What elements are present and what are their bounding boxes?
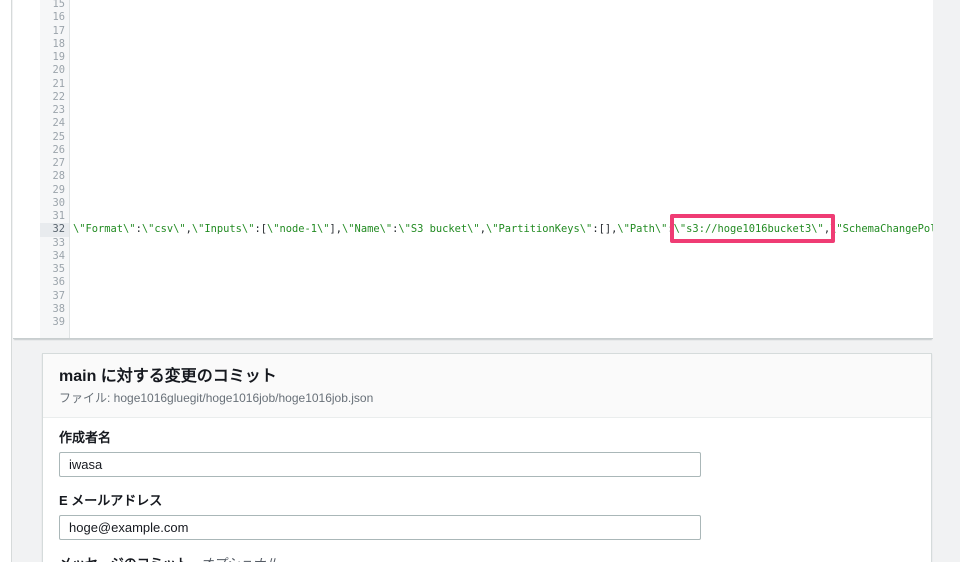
- commit-panel-header: main に対する変更のコミット ファイル: hoge1016gluegit/h…: [43, 354, 931, 418]
- email-label: E メールアドレス: [59, 493, 163, 508]
- optional-suffix: - オプショナル: [189, 556, 278, 562]
- code-line-empty[interactable]: [70, 197, 933, 210]
- code-editor[interactable]: 15 16 17 18 19 20 21 22 23 24 25 26 27 28 29 30 31 32 33 34…: [40, 0, 933, 338]
- code-token: \: [673, 223, 680, 236]
- code-token: \"Name\": [342, 223, 393, 236]
- line-number: 17: [52, 24, 65, 37]
- line-number: 22: [52, 90, 65, 103]
- commit-message-label-text: メッセージのコミット: [59, 556, 189, 562]
- code-line-empty[interactable]: [70, 210, 933, 223]
- line-number: 32: [40, 223, 69, 237]
- code-token: \"PartitionKeys\": [485, 223, 593, 236]
- line-number: 28: [52, 170, 65, 183]
- line-number: 36: [52, 276, 65, 289]
- code-line-empty[interactable]: [70, 316, 933, 329]
- code-token: ],: [329, 223, 343, 236]
- code-line-empty[interactable]: [70, 78, 933, 91]
- line-number: 26: [52, 143, 65, 156]
- code-token: \"csv\": [141, 223, 186, 236]
- commit-title: main に対する変更のコミット: [59, 368, 277, 385]
- code-token: :[],: [592, 223, 618, 236]
- code-line-empty[interactable]: [70, 237, 933, 250]
- code-line-empty[interactable]: [70, 104, 933, 117]
- code-token: \"node-1\": [266, 223, 330, 236]
- page-left-gutter: [0, 0, 12, 562]
- code-line-empty[interactable]: [70, 131, 933, 144]
- code-token: :[: [254, 223, 267, 236]
- annotation-box: "s3://hoge1016bucket3\": [679, 223, 824, 236]
- line-number-gutter: 15 16 17 18 19 20 21 22 23 24 25 26 27 28 29 30 31 32 33 34…: [40, 0, 70, 338]
- code-line-empty[interactable]: [70, 11, 933, 24]
- code-line-empty[interactable]: [70, 144, 933, 157]
- line-number: 18: [52, 37, 65, 50]
- code-line-empty[interactable]: [70, 250, 933, 263]
- code-line-empty[interactable]: [70, 0, 933, 11]
- line-number: 38: [52, 302, 65, 315]
- line-number: 24: [52, 117, 65, 130]
- code-line-empty[interactable]: [70, 290, 933, 303]
- author-name-input[interactable]: [59, 452, 701, 477]
- line-number: 20: [52, 64, 65, 77]
- code-line-empty[interactable]: [70, 276, 933, 289]
- file-editor-panel: 15 16 17 18 19 20 21 22 23 24 25 26 27 28 29 30 31 32 33 34…: [13, 0, 933, 339]
- commit-form: 作成者名 E メールアドレス メッセージのコミット - オプショナル: [43, 418, 931, 562]
- code-token: \"Inputs\": [191, 223, 255, 236]
- line-number: 29: [52, 183, 65, 196]
- line-number: 19: [52, 51, 65, 63]
- line-number: 37: [52, 289, 65, 302]
- code-line-empty[interactable]: [70, 38, 933, 51]
- code-line-empty[interactable]: [70, 303, 933, 316]
- line-number: 27: [52, 157, 65, 169]
- code-line-empty[interactable]: [70, 117, 933, 130]
- author-name-label: 作成者名: [59, 430, 112, 445]
- code-line[interactable]: \"Format\":\"csv\",\"Inputs\":[\"node-1\…: [70, 223, 933, 236]
- line-number: 31: [52, 210, 65, 222]
- line-number: 25: [52, 130, 65, 143]
- commit-message-label: メッセージのコミット - オプショナル: [59, 556, 915, 562]
- commit-panel: main に対する変更のコミット ファイル: hoge1016gluegit/h…: [42, 353, 932, 562]
- line-number: 30: [52, 196, 65, 209]
- code-line-empty[interactable]: [70, 157, 933, 170]
- code-line-empty[interactable]: [70, 263, 933, 276]
- line-number: 16: [52, 11, 65, 24]
- line-number: 35: [52, 263, 65, 275]
- line-number: 39: [52, 316, 65, 328]
- email-input[interactable]: [59, 515, 701, 540]
- line-number: 23: [52, 104, 65, 116]
- code-line-empty[interactable]: [70, 170, 933, 183]
- line-number: 15: [52, 0, 65, 10]
- code-token: \"S3 bucket\": [398, 223, 480, 236]
- file-path: ファイル: hoge1016gluegit/hoge1016job/hoge10…: [59, 391, 374, 405]
- code-token: \"Format\": [73, 223, 136, 236]
- code-line-empty[interactable]: [70, 25, 933, 38]
- code-token: \"SchemaChangePol: [830, 223, 933, 236]
- line-number: 34: [52, 249, 65, 262]
- code-line-empty[interactable]: [70, 51, 933, 64]
- code-line-empty[interactable]: [70, 91, 933, 104]
- code-line-empty[interactable]: [70, 64, 933, 77]
- line-number: 21: [52, 77, 65, 90]
- line-number: 33: [52, 236, 65, 249]
- code-line-empty[interactable]: [70, 184, 933, 197]
- code-token: \"Path\": [617, 223, 668, 236]
- code-content-area[interactable]: \"Format\":\"csv\",\"Inputs\":[\"node-1\…: [70, 0, 933, 338]
